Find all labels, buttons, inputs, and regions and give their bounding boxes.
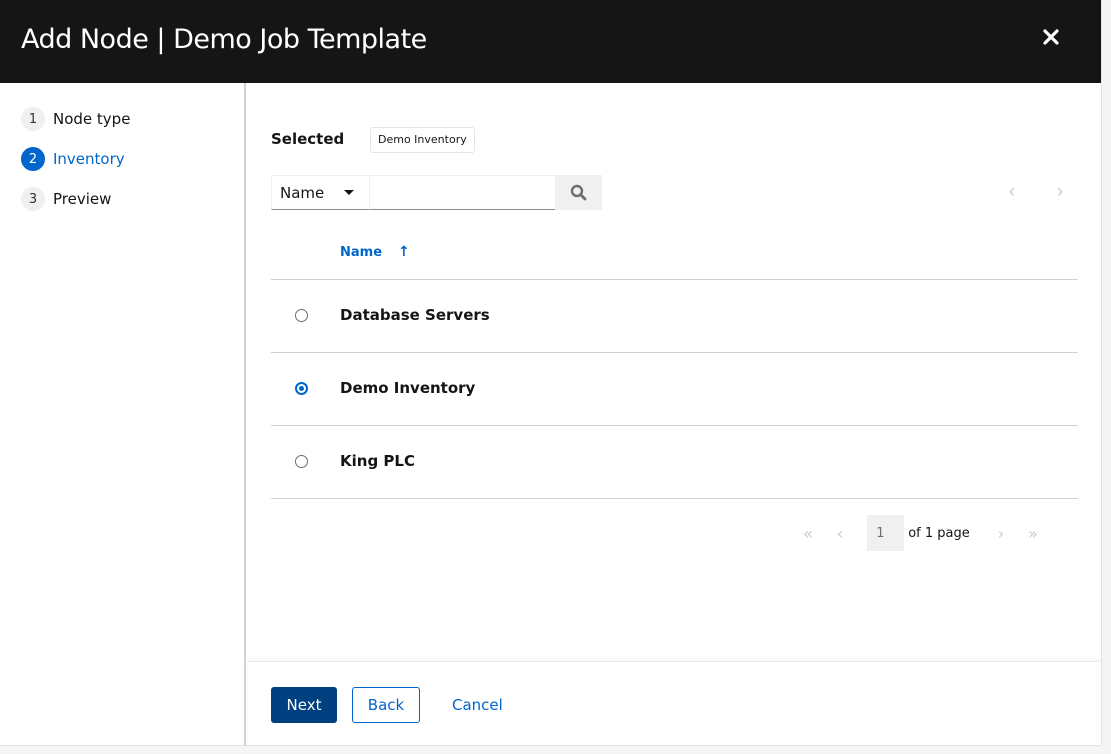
pagination: « ‹ 1 of 1 page › » <box>803 515 1038 551</box>
search-button[interactable] <box>555 175 602 210</box>
row-radio[interactable] <box>295 382 308 395</box>
row-radio[interactable] <box>295 309 308 322</box>
step-number: 3 <box>21 187 45 211</box>
selected-label: Selected <box>271 130 345 148</box>
add-node-modal: Add Node | Demo Job Template 1 Node type… <box>0 0 1102 746</box>
page-count-label: of 1 page <box>908 525 970 541</box>
search-toolbar: Name <box>271 175 602 210</box>
column-header-name[interactable]: Name ↑ <box>340 244 410 260</box>
next-page-button[interactable]: › <box>998 524 1004 543</box>
last-page-button[interactable]: » <box>1028 524 1038 543</box>
selected-chip: Demo Inventory <box>370 127 475 153</box>
step-label: Node type <box>53 110 131 128</box>
prev-page-button[interactable]: ‹ <box>837 524 843 543</box>
wizard-nav: 1 Node type 2 Inventory 3 Preview <box>0 83 246 746</box>
step-number: 1 <box>21 107 45 131</box>
step-number: 2 <box>21 147 45 171</box>
row-radio[interactable] <box>295 455 308 468</box>
next-button[interactable]: Next <box>271 687 337 723</box>
caret-down-icon <box>344 190 355 195</box>
wizard-step-preview[interactable]: 3 Preview <box>21 187 111 211</box>
search-input[interactable] <box>370 175 555 210</box>
sort-ascending-icon: ↑ <box>398 244 410 260</box>
back-button[interactable]: Back <box>352 687 420 723</box>
filter-key-label: Name <box>280 183 325 202</box>
step-label: Inventory <box>53 150 125 168</box>
cancel-button[interactable]: Cancel <box>436 687 519 723</box>
search-icon <box>570 184 587 201</box>
modal-header: Add Node | Demo Job Template <box>0 0 1101 83</box>
table-row[interactable]: King PLC <box>271 426 1078 498</box>
table-row[interactable]: Demo Inventory <box>271 353 1078 425</box>
row-divider <box>271 498 1078 499</box>
step-label: Preview <box>53 190 112 208</box>
column-header-label: Name <box>340 244 383 260</box>
table-row[interactable]: Database Servers <box>271 280 1078 352</box>
row-name: King PLC <box>340 452 415 470</box>
page-number-input[interactable]: 1 <box>867 515 905 551</box>
top-next-page-button[interactable]: › <box>1057 181 1063 202</box>
row-name: Database Servers <box>340 306 490 324</box>
close-button[interactable] <box>1040 26 1062 48</box>
close-icon <box>1043 29 1059 45</box>
top-prev-page-button[interactable]: ‹ <box>1009 181 1015 202</box>
wizard-step-node-type[interactable]: 1 Node type <box>21 107 130 131</box>
wizard-footer: Next Back Cancel <box>248 661 1102 746</box>
wizard-body: Selected Demo Inventory Name ‹ › Name ↑ <box>248 83 1102 661</box>
filter-key-select[interactable]: Name <box>271 175 370 210</box>
row-name: Demo Inventory <box>340 379 476 397</box>
wizard-step-inventory[interactable]: 2 Inventory <box>21 147 125 171</box>
first-page-button[interactable]: « <box>803 524 813 543</box>
modal-title: Add Node | Demo Job Template <box>21 24 427 55</box>
